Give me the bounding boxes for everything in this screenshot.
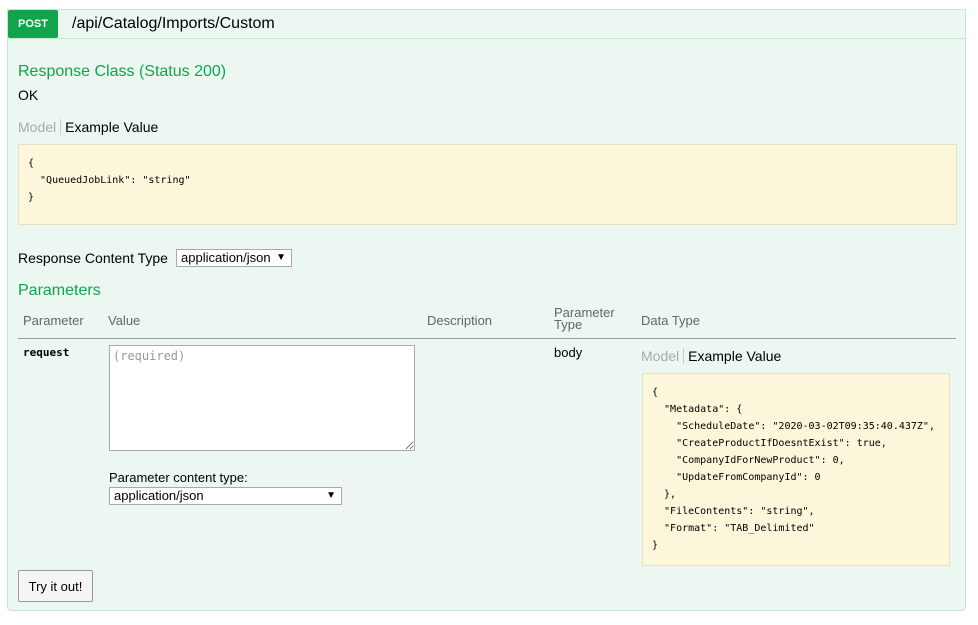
chevron-down-icon: ▼ [276, 252, 286, 263]
operation-header[interactable]: POST /api/Catalog/Imports/Custom [8, 10, 965, 39]
response-content-type-value: application/json [181, 250, 271, 265]
response-class-title: Response Class (Status 200) [18, 63, 227, 80]
operation-panel: POST /api/Catalog/Imports/Custom Respons… [7, 9, 966, 611]
header-divider [18, 338, 956, 339]
param-example-json[interactable]: { "Metadata": { "ScheduleDate": "2020-03… [642, 373, 950, 566]
chevron-down-icon: ▼ [326, 490, 336, 501]
col-parameter: Parameter [23, 313, 84, 328]
request-body-textarea[interactable] [109, 345, 415, 451]
operation-path[interactable]: /api/Catalog/Imports/Custom [72, 15, 275, 33]
col-value: Value [108, 313, 141, 328]
response-example-json: { "QueuedJobLink": "string" } [18, 144, 957, 225]
param-type-body: body [554, 345, 583, 360]
param-content-type-label: Parameter content type: [109, 470, 248, 485]
param-name: request [23, 346, 70, 359]
col-data-type: Data Type [641, 313, 701, 328]
response-status-text: OK [18, 87, 39, 103]
response-content-type-select[interactable]: application/json ▼ [176, 249, 292, 267]
try-it-out-button[interactable]: Try it out! [18, 570, 93, 602]
col-description: Description [427, 313, 493, 328]
response-content-type-label: Response Content Type [18, 250, 168, 266]
param-content-type-select[interactable]: application/json ▼ [109, 487, 342, 505]
col-parameter-type: Parameter Type [554, 305, 615, 332]
model-tab[interactable]: Model [18, 119, 62, 135]
example-value-tab[interactable]: Example Value [684, 348, 781, 364]
method-badge[interactable]: POST [8, 10, 58, 38]
example-value-tab[interactable]: Example Value [61, 119, 158, 135]
model-tab[interactable]: Model [641, 348, 685, 364]
parameters-title: Parameters [18, 282, 101, 299]
response-model-tabs: Model Example Value [18, 119, 158, 135]
param-model-tabs: Model Example Value [641, 348, 781, 364]
param-content-type-value: application/json [114, 488, 204, 503]
